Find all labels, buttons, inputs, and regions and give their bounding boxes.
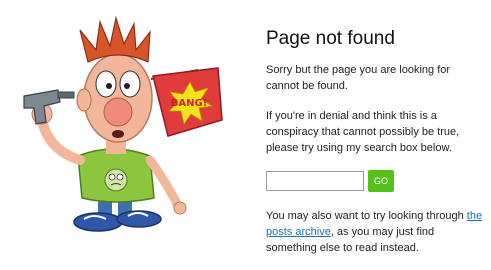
search-go-button[interactable]: GO [368,170,394,192]
search-form: GO [266,170,486,192]
search-input[interactable] [266,171,364,191]
big-nose [103,97,133,127]
denial-text: If you're in denial and think this is a … [266,110,460,154]
red-hair [79,15,151,63]
suicide-cartoon-illustration: BANG! [18,10,233,260]
flag-bang-text: BANG! [171,98,208,109]
archive-text-before: You may also want to try looking through [266,210,467,222]
archive-suggestion: You may also want to try looking through… [266,208,486,256]
cartoon-man-with-bang-flag-gun: BANG! [23,15,223,232]
main-content: Page not found Sorry but the page you ar… [266,28,486,270]
gun [23,89,61,125]
intro-text: Sorry but the page you are looking for c… [266,64,451,92]
page-title: Page not found [266,28,395,49]
